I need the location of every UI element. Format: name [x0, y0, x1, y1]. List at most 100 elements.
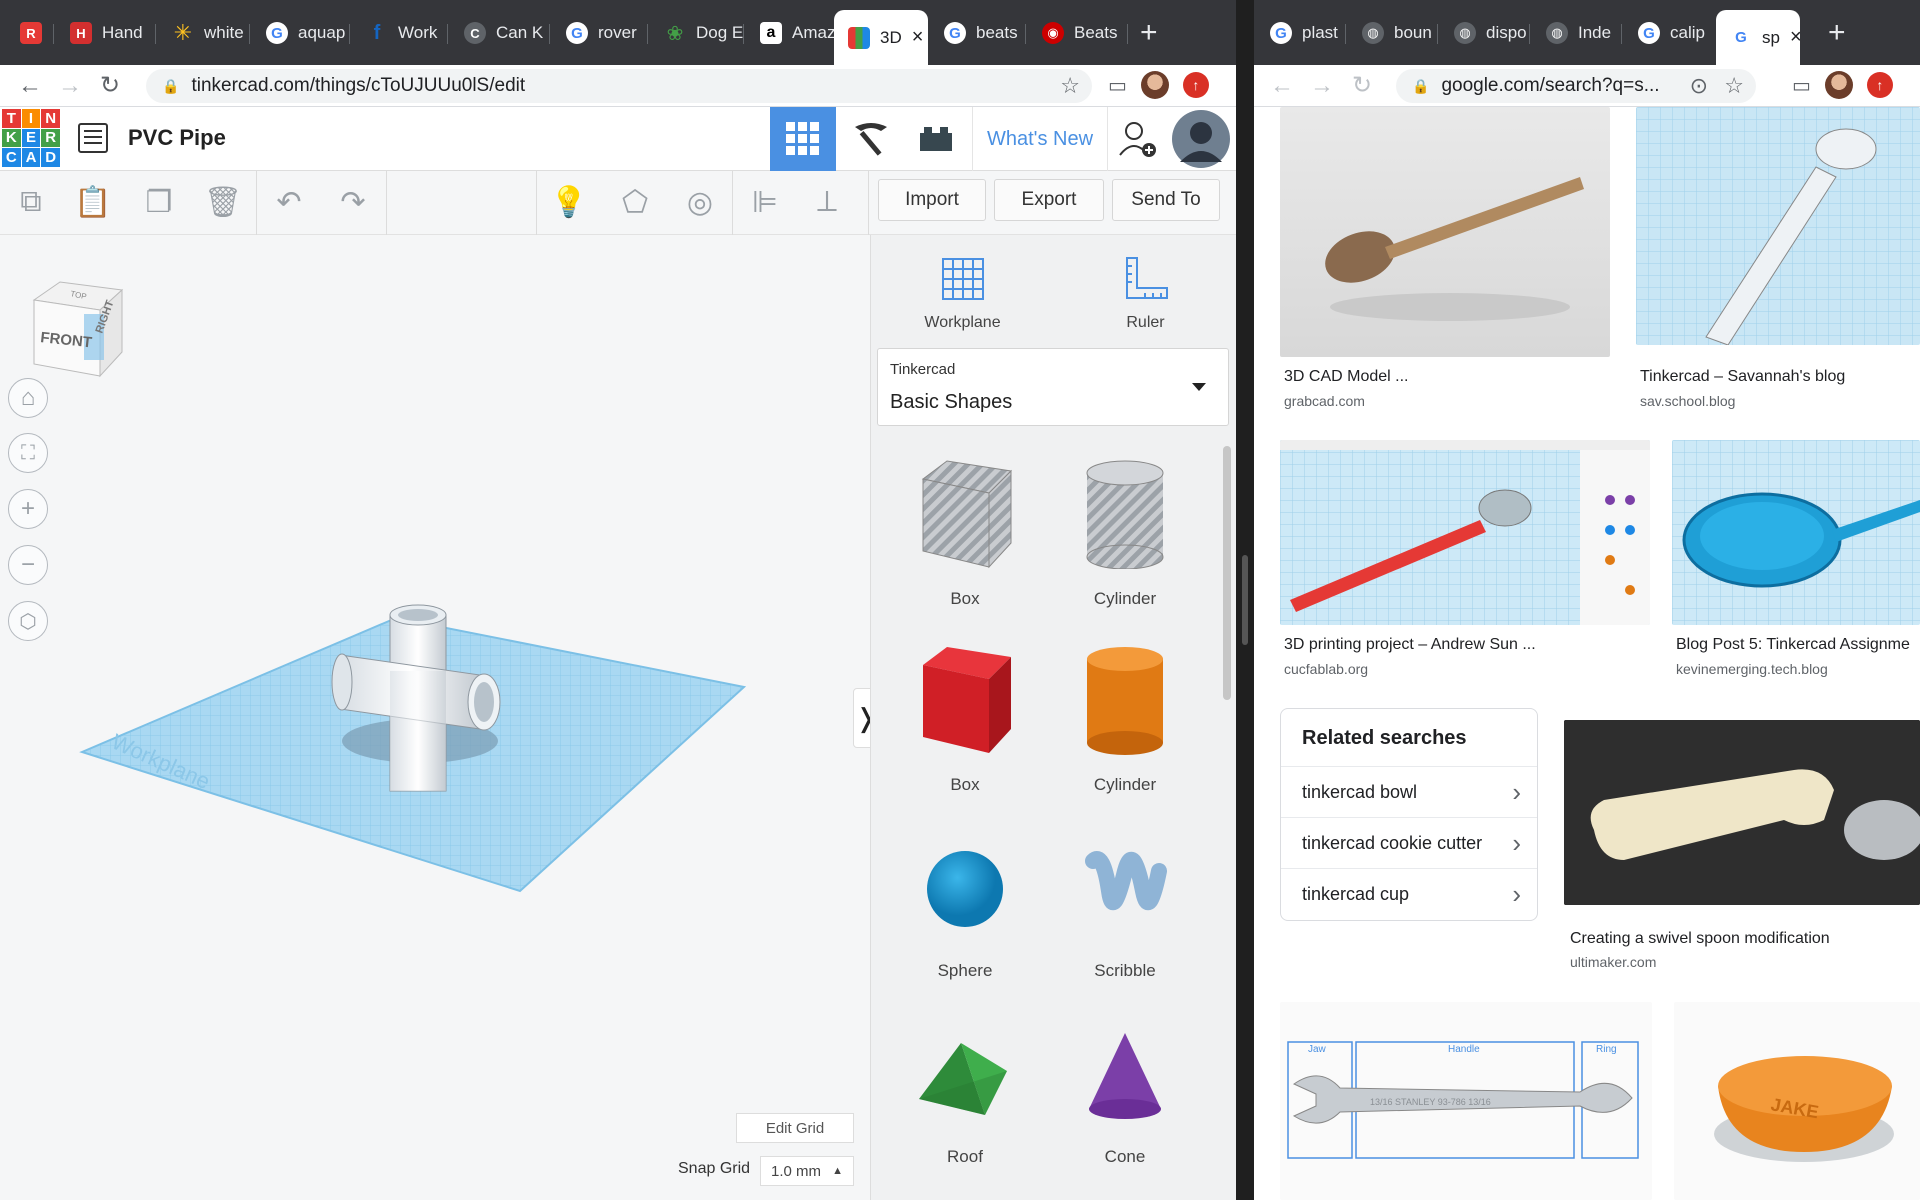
view-cube[interactable]: FRONT RIGHT TOP: [30, 278, 128, 378]
ruler-button[interactable]: Ruler: [1054, 235, 1236, 340]
shape-library-dropdown[interactable]: Tinkercad Basic Shapes: [877, 348, 1229, 426]
invite-user-button[interactable]: [1110, 107, 1166, 171]
address-bar[interactable]: 🔒 tinkercad.com/things/cToUJUUu0lS/edit …: [146, 69, 1092, 103]
result-image-tinkercad-spoon[interactable]: [1636, 107, 1920, 345]
fit-view-button[interactable]: ⛶: [8, 433, 48, 473]
new-tab-icon[interactable]: +: [1828, 16, 1846, 50]
perspective-button[interactable]: ⬡: [8, 601, 48, 641]
result-image-tinkercad-red-spoon[interactable]: [1280, 440, 1650, 625]
user-avatar[interactable]: [1170, 107, 1232, 171]
related-search-item[interactable]: tinkercad bowl: [1281, 767, 1537, 818]
tab-r[interactable]: R: [6, 16, 54, 50]
shape-box[interactable]: Box: [885, 629, 1045, 815]
shape-roof[interactable]: Roof: [885, 1001, 1045, 1187]
duplicate-icon[interactable]: ❐: [142, 185, 176, 219]
window-divider[interactable]: [1236, 0, 1254, 1200]
related-search-item[interactable]: tinkercad cup: [1281, 869, 1537, 920]
bookmark-star-icon[interactable]: ☆: [1724, 73, 1744, 99]
reload-icon[interactable]: ↻: [1342, 71, 1382, 100]
close-tab-icon[interactable]: ×: [1790, 26, 1800, 49]
tab-inde[interactable]: ◍ Inde: [1532, 16, 1622, 50]
home-view-button[interactable]: ⌂: [8, 378, 48, 418]
import-button[interactable]: Import: [878, 179, 986, 221]
profile-avatar[interactable]: [1824, 71, 1853, 99]
shape-cone[interactable]: Cone: [1045, 1001, 1205, 1187]
tab-beats[interactable]: Gbeats: [930, 16, 1026, 50]
export-button[interactable]: Export: [994, 179, 1104, 221]
tab-white[interactable]: ✳ white: [158, 16, 250, 50]
tab-work[interactable]: f Work: [352, 16, 448, 50]
result-source[interactable]: kevinemerging.tech.blog: [1676, 661, 1828, 677]
related-search-item[interactable]: tinkercad cookie cutter: [1281, 818, 1537, 869]
bricks-button[interactable]: [904, 107, 968, 171]
new-tab-icon[interactable]: +: [1140, 16, 1158, 50]
tab-3d-active[interactable]: 3D ×: [834, 10, 928, 65]
bookmark-star-icon[interactable]: ☆: [1060, 73, 1080, 99]
tab-calip[interactable]: Gcalip: [1624, 16, 1714, 50]
result-caption[interactable]: Tinkercad – Savannah's blog: [1640, 368, 1845, 386]
close-tab-icon[interactable]: ×: [912, 26, 924, 49]
back-icon[interactable]: ←: [1262, 72, 1302, 100]
cast-icon[interactable]: ▭: [1792, 73, 1811, 98]
result-source[interactable]: grabcad.com: [1284, 393, 1365, 409]
location-icon[interactable]: ⊙: [1690, 73, 1708, 99]
address-bar-right[interactable]: 🔒 google.com/search?q=s... ⊙ ☆: [1396, 69, 1756, 103]
result-image-blue-spoon[interactable]: [1672, 440, 1920, 625]
ungroup-icon[interactable]: ◎: [683, 185, 717, 219]
minecraft-pickaxe-button[interactable]: [840, 107, 902, 171]
result-image-swivel-spoon[interactable]: [1564, 720, 1920, 905]
shape-box-hole[interactable]: Box: [885, 443, 1045, 629]
cast-icon[interactable]: ▭: [1108, 73, 1127, 98]
shape-cylinder-hole[interactable]: Cylinder: [1045, 443, 1205, 629]
update-icon[interactable]: ↑: [1866, 72, 1893, 98]
redo-icon[interactable]: ↷: [336, 185, 370, 219]
paste-icon[interactable]: 📋: [74, 185, 111, 219]
profile-avatar[interactable]: [1140, 71, 1169, 99]
result-source[interactable]: cucfablab.org: [1284, 661, 1368, 677]
result-caption[interactable]: Blog Post 5: Tinkercad Assignme: [1676, 636, 1910, 654]
notes-lightbulb-icon[interactable]: 💡: [550, 185, 587, 219]
result-image-spoon-wood[interactable]: [1280, 107, 1610, 357]
tab-sp-active[interactable]: Gsp ×: [1716, 10, 1800, 65]
forward-icon[interactable]: →: [1302, 72, 1342, 100]
reload-icon[interactable]: ↻: [90, 71, 130, 100]
tab-boun[interactable]: ◍ boun: [1348, 16, 1438, 50]
group-icon[interactable]: ⬠: [618, 185, 652, 219]
result-source[interactable]: ultimaker.com: [1570, 954, 1656, 970]
result-caption[interactable]: Creating a swivel spoon modification: [1570, 930, 1830, 948]
result-source[interactable]: sav.school.blog: [1640, 393, 1735, 409]
delete-icon[interactable]: 🗑: [204, 185, 242, 219]
tinkercad-logo[interactable]: T I N K E R C A D: [2, 109, 60, 167]
design-list-icon[interactable]: [78, 123, 108, 153]
edit-grid-button[interactable]: Edit Grid: [736, 1113, 854, 1143]
tab-can[interactable]: C Can K: [450, 16, 550, 50]
result-caption[interactable]: 3D CAD Model ...: [1284, 368, 1408, 386]
shape-sphere[interactable]: Sphere: [885, 815, 1045, 1001]
design-title[interactable]: PVC Pipe: [128, 125, 226, 151]
result-image-wrench[interactable]: Jaw Handle Ring 13/16 STANLEY 93-786 13/…: [1280, 1002, 1652, 1200]
zoom-in-button[interactable]: +: [8, 489, 48, 529]
workplane-button[interactable]: Workplane: [871, 235, 1054, 340]
undo-icon[interactable]: ↶: [272, 185, 306, 219]
update-icon[interactable]: ↑: [1182, 72, 1209, 98]
tab-hand[interactable]: H Hand: [56, 16, 156, 50]
shapes-scrollbar[interactable]: [1223, 446, 1231, 700]
tab-dispo[interactable]: ◍ dispo: [1440, 16, 1530, 50]
3d-design-view-button[interactable]: [770, 107, 836, 171]
send-to-button[interactable]: Send To: [1112, 179, 1220, 221]
shape-cylinder[interactable]: Cylinder: [1045, 629, 1205, 815]
back-icon[interactable]: ←: [10, 72, 50, 100]
tab-rover[interactable]: Grover: [552, 16, 648, 50]
result-image-bowl[interactable]: JAKE: [1674, 1002, 1920, 1200]
tab-beats-target[interactable]: ◉ Beats: [1028, 16, 1128, 50]
tab-plast[interactable]: Gplast: [1256, 16, 1346, 50]
whats-new-button[interactable]: What's New: [972, 107, 1108, 171]
shape-scribble[interactable]: Scribble: [1045, 815, 1205, 1001]
workplane-canvas[interactable]: Workplane: [0, 235, 870, 1200]
tab-aquap[interactable]: Gaquap: [252, 16, 350, 50]
zoom-out-button[interactable]: −: [8, 545, 48, 585]
result-caption[interactable]: 3D printing project – Andrew Sun ...: [1284, 636, 1536, 654]
mirror-icon[interactable]: ⟂: [810, 185, 844, 219]
tab-dog[interactable]: ❀ Dog E: [650, 16, 744, 50]
copy-icon[interactable]: ⧉: [14, 185, 48, 219]
